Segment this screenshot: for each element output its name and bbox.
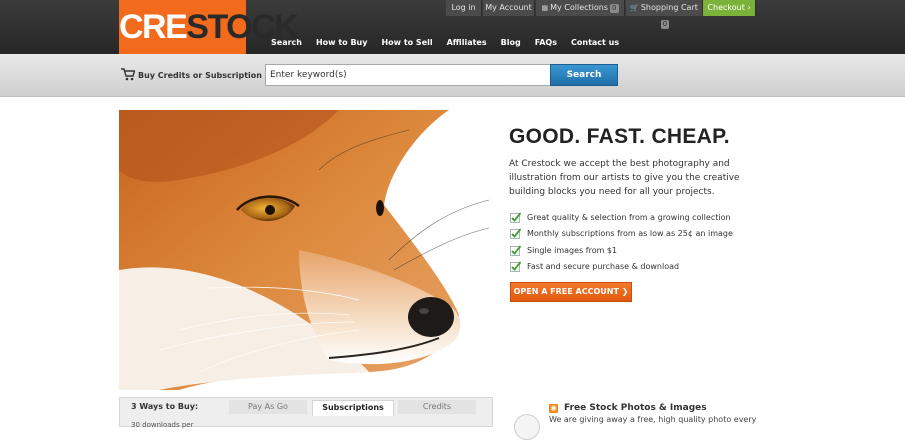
ways-to-buy-label: 3 Ways to Buy: bbox=[131, 402, 199, 411]
buy-credits-link[interactable]: Buy Credits or Subscription bbox=[138, 71, 262, 80]
my-account-link[interactable]: My Account bbox=[483, 0, 535, 16]
checkout-button[interactable]: Checkout › bbox=[703, 0, 756, 16]
checkmark-icon bbox=[510, 212, 521, 223]
shopping-cart-label: Shopping Cart bbox=[640, 3, 698, 12]
feature-item: Great quality & selection from a growing… bbox=[510, 209, 733, 226]
rss-icon[interactable]: ◉ bbox=[549, 404, 558, 413]
nav-how-to-sell[interactable]: How to Sell bbox=[381, 38, 432, 50]
feature-list: Great quality & selection from a growing… bbox=[510, 209, 733, 275]
bottom-section: 3 Ways to Buy: Pay As Go Subscriptions C… bbox=[0, 397, 905, 440]
hero-fox-image bbox=[119, 110, 490, 390]
hero-description: At Crestock we accept the best photograp… bbox=[509, 159, 740, 197]
my-account-label: My Account bbox=[485, 3, 532, 12]
search-button[interactable]: Search bbox=[550, 64, 618, 86]
nav-contact-us[interactable]: Contact us bbox=[571, 38, 619, 50]
nav-blog[interactable]: Blog bbox=[501, 38, 521, 50]
free-photos-title[interactable]: Free Stock Photos & Images bbox=[564, 403, 707, 413]
nav-search[interactable]: Search bbox=[271, 38, 302, 50]
checkmark-icon bbox=[510, 245, 521, 256]
feature-text: Great quality & selection from a growing… bbox=[527, 212, 731, 222]
downloads-label: 30 downloads per bbox=[131, 421, 194, 429]
nav-affiliates[interactable]: Affiliates bbox=[447, 38, 487, 50]
crestock-logo[interactable]: CRESTOCK bbox=[119, 0, 299, 54]
open-free-account-button[interactable]: OPEN A FREE ACCOUNT ❯ bbox=[510, 282, 632, 302]
tab-pay-as-go[interactable]: Pay As Go bbox=[229, 400, 307, 414]
free-photo-thumbnail[interactable] bbox=[514, 414, 540, 440]
collections-count-badge: 0 bbox=[610, 4, 619, 13]
search-input[interactable] bbox=[265, 64, 551, 86]
nav-how-to-buy[interactable]: How to Buy bbox=[316, 38, 367, 50]
hero-headline: GOOD. FAST. CHEAP. bbox=[509, 125, 730, 148]
checkout-label: Checkout › bbox=[707, 3, 751, 12]
my-collections-link[interactable]: ▦ My Collections 0 bbox=[536, 0, 625, 16]
cart-count-badge: 0 bbox=[660, 20, 670, 29]
feature-item: Monthly subscriptions from as low as 25¢… bbox=[510, 226, 733, 243]
main-nav: Search How to Buy How to Sell Affiliates… bbox=[271, 38, 633, 50]
login-link[interactable]: Log in bbox=[446, 0, 482, 16]
feature-text: Monthly subscriptions from as low as 25¢… bbox=[527, 229, 733, 239]
nav-faqs[interactable]: FAQs bbox=[535, 38, 557, 50]
my-collections-label: My Collections bbox=[550, 3, 609, 12]
login-label: Log in bbox=[451, 3, 476, 12]
search-bar: Buy Credits or Subscription Search bbox=[0, 54, 905, 97]
cart-icon-small: 🛒 bbox=[630, 4, 639, 12]
feature-item: Single images from $1 bbox=[510, 242, 733, 259]
tab-subscriptions[interactable]: Subscriptions bbox=[312, 400, 394, 416]
free-photos-text: We are giving away a free, high quality … bbox=[549, 415, 757, 424]
logo-part-cre: CRE bbox=[119, 8, 188, 46]
feature-item: Fast and secure purchase & download bbox=[510, 259, 733, 276]
feature-text: Single images from $1 bbox=[527, 245, 618, 255]
checkmark-icon bbox=[510, 228, 521, 240]
fox-illustration bbox=[119, 110, 490, 390]
feature-text: Fast and secure purchase & download bbox=[527, 262, 680, 272]
tab-credits[interactable]: Credits bbox=[398, 400, 476, 414]
checkmark-icon bbox=[510, 261, 521, 273]
shopping-cart-link[interactable]: 🛒 Shopping Cart 0 bbox=[626, 0, 703, 29]
cart-icon bbox=[121, 68, 135, 81]
grid-icon: ▦ bbox=[541, 4, 549, 12]
